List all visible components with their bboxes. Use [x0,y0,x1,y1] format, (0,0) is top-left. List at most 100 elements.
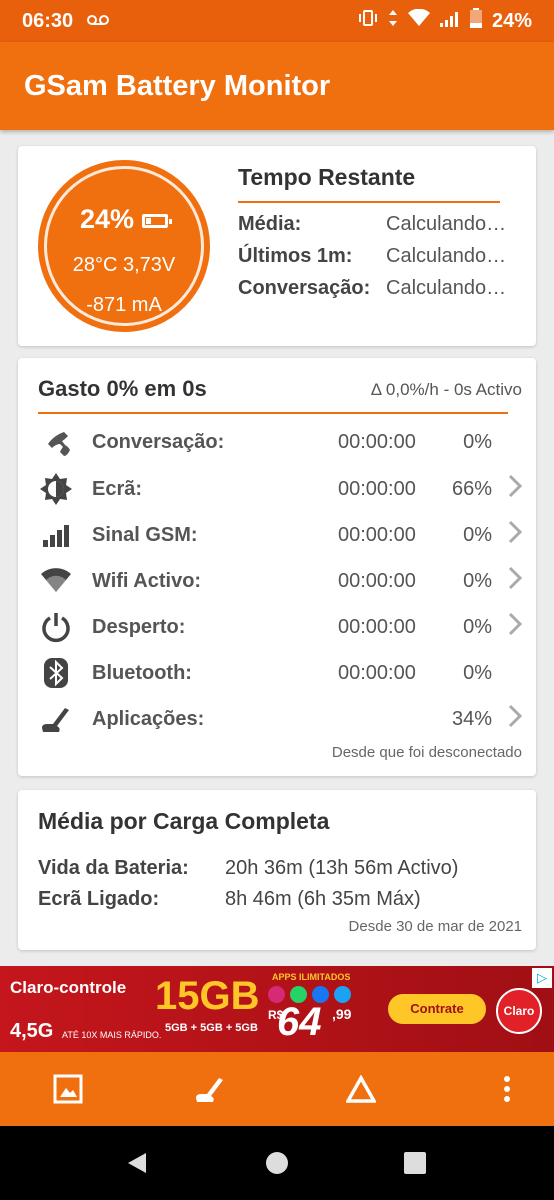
delta-icon[interactable] [340,1068,382,1110]
usage-row-sinal-gsm[interactable]: Sinal GSM: 00:00:00 0% [38,515,528,555]
recents-icon[interactable] [402,1150,428,1176]
usage-row-wifi[interactable]: Wifi Activo: 00:00:00 0% [38,561,528,601]
apps-gauge-icon [38,701,74,737]
usage-row-percent: 0% [463,523,492,546]
usage-row-percent: 66% [451,477,492,500]
tempo-row-value: Calculando… [386,213,507,235]
tempo-restante-divider [238,201,500,203]
usage-row-name: Desperto: [92,615,186,638]
usage-row-percent: 0% [463,430,492,453]
media-row-vida: Vida da Bateria: 20h 36m (13h 56m Activo) [38,857,458,880]
gauge-level: 24% [38,204,210,235]
adchoices-icon[interactable]: ▷ [532,968,552,988]
usage-row-name: Wifi Activo: [92,569,202,592]
media-row-value: 20h 36m (13h 56m Activo) [225,857,459,879]
phone-icon [38,424,74,460]
usage-row-name: Aplicações: [92,707,205,730]
ad-4g: 4,5G [10,1020,54,1042]
usage-row-percent: 0% [463,661,492,684]
usage-row-aplicacoes[interactable]: Aplicações: 34% [38,699,528,739]
usage-row-time: 00:00:00 [338,477,416,500]
ad-gb: 15GB [155,974,260,1018]
chevron-right-icon[interactable] [508,612,523,643]
chevron-right-icon[interactable] [508,520,523,551]
data-arrows-icon [388,9,398,33]
signal-bars-icon [38,517,74,553]
media-row-value: 8h 46m (6h 35m Máx) [225,888,421,910]
chevron-right-icon[interactable] [508,566,523,597]
app-bar: GSam Battery Monitor [0,42,554,130]
battery-icon [142,213,173,228]
usage-since-note: Desde que foi desconectado [331,744,522,761]
usage-row-percent: 0% [463,569,492,592]
status-bar: 06:30 24% [0,0,554,42]
usage-row-time: 00:00:00 [338,661,416,684]
vibrate-icon [358,9,378,33]
tempo-row-conversacao: Conversação: Calculando… [238,277,528,300]
battery-summary-card[interactable]: 24% 28°C 3,73V -871 mA Tempo Restante Mé… [18,146,536,346]
gauge-current: -871 mA [86,294,162,316]
back-icon[interactable] [124,1150,150,1176]
gauge-level-text: 24% [79,204,135,234]
media-row-ecra: Ecrã Ligado: 8h 46m (6h 35m Máx) [38,888,421,911]
signal-status-icon [439,10,460,33]
bottom-toolbar [0,1052,554,1126]
tempo-row-value: Calculando… [386,277,507,299]
gasto-title: Gasto 0% em 0s [38,376,207,401]
usage-row-ecra[interactable]: Ecrã: 00:00:00 66% [38,469,528,509]
tempo-row-media: Média: Calculando… [238,213,528,236]
apps-gauge-icon[interactable] [189,1068,231,1110]
usage-row-conversacao[interactable]: Conversação: 00:00:00 0% [38,422,528,462]
ad-brand: Claro-controle [10,978,127,997]
usage-row-desperto[interactable]: Desperto: 00:00:00 0% [38,607,528,647]
power-icon [38,609,74,645]
usage-row-time: 00:00:00 [338,569,416,592]
battery-percent: 24% [491,9,532,32]
tempo-row-value: Calculando… [386,245,507,267]
wifi-status-icon [407,8,430,33]
usage-card: Gasto 0% em 0s Δ 0,0%/h - 0s Activo Conv… [18,358,536,776]
chevron-right-icon[interactable] [508,474,523,505]
system-nav-bar [0,1126,554,1200]
voicemail-icon [87,10,110,33]
ad-price: 64 [277,1000,322,1044]
bluetooth-icon [38,655,74,691]
battery-gauge: 24% 28°C 3,73V -871 mA [38,160,210,332]
image-icon[interactable] [47,1068,89,1110]
usage-row-time: 00:00:00 [338,523,416,546]
usage-row-bluetooth[interactable]: Bluetooth: 00:00:00 0% [38,653,528,693]
gauge-temp-volt: 28°C 3,73V [72,254,176,276]
more-vert-icon[interactable] [486,1068,528,1110]
tempo-row-label: Últimos 1m: [238,245,353,267]
full-charge-average-card[interactable]: Média por Carga Completa Vida da Bateria… [18,790,536,950]
chevron-right-icon[interactable] [508,704,523,735]
gasto-rate: Δ 0,0%/h - 0s Activo [370,380,522,399]
usage-row-percent: 0% [463,615,492,638]
media-title: Média por Carga Completa [38,808,330,834]
ad-contrate-button[interactable]: Contrate [388,994,486,1024]
usage-row-name: Ecrã: [92,477,143,500]
battery-status-icon [469,8,482,34]
wifi-icon [38,563,74,599]
ad-4g-sub: ATÉ 10X MAIS RÁPIDO. [62,1030,162,1040]
usage-row-name: Sinal GSM: [92,523,198,546]
tempo-restante-title: Tempo Restante [238,164,416,190]
ad-banner[interactable]: Claro-controle 4,5G ATÉ 10X MAIS RÁPIDO.… [0,966,554,1052]
app-title: GSam Battery Monitor [24,69,331,102]
media-since-note: Desde 30 de mar de 2021 [348,918,522,935]
ad-logo: Claro [496,988,542,1034]
gasto-divider [38,412,508,414]
ad-apps-label: APPS ILIMITADOS [272,972,351,982]
home-icon[interactable] [264,1150,290,1176]
tempo-row-label: Média: [238,213,302,235]
usage-row-name: Conversação: [92,430,225,453]
media-row-label: Vida da Bateria: [38,857,189,879]
ad-cents: ,99 [332,1006,352,1022]
clock: 06:30 [22,9,74,32]
usage-row-time: 00:00:00 [338,615,416,638]
media-row-label: Ecrã Ligado: [38,888,160,910]
tempo-row-label: Conversação: [238,277,371,299]
usage-row-time: 00:00:00 [338,430,416,453]
ad-gb-sub: 5GB + 5GB + 5GB [165,1022,258,1034]
twitter-icon [334,986,351,1003]
